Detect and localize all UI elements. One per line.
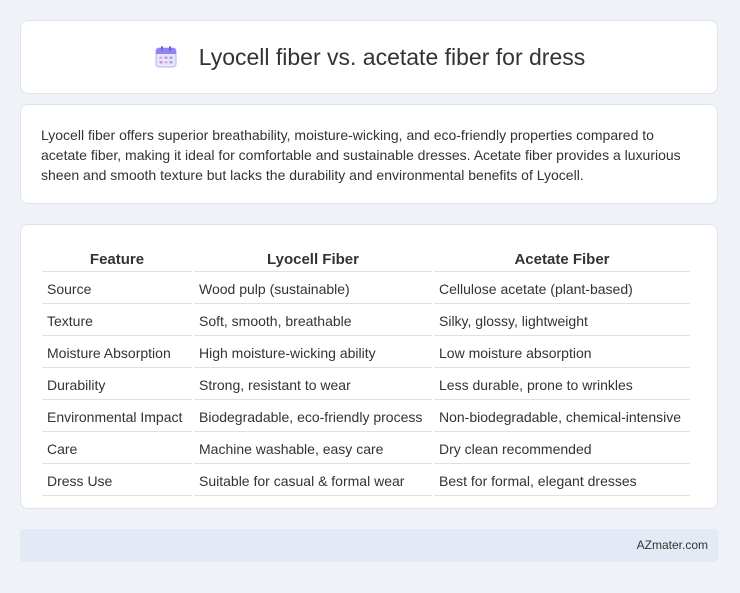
table-cell-feature: Environmental Impact bbox=[42, 402, 192, 432]
calendar-icon bbox=[153, 44, 179, 70]
table-cell-feature: Durability bbox=[42, 370, 192, 400]
table-row: Durability Strong, resistant to wear Les… bbox=[42, 370, 690, 400]
table-cell-feature: Texture bbox=[42, 306, 192, 336]
page-title: Lyocell fiber vs. acetate fiber for dres… bbox=[198, 43, 586, 70]
column-header-acetate: Acetate Fiber bbox=[434, 247, 690, 272]
table-cell-acetate: Silky, glossy, lightweight bbox=[434, 306, 690, 336]
column-header-lyocell: Lyocell Fiber bbox=[194, 247, 432, 272]
table-cell-acetate: Less durable, prone to wrinkles bbox=[434, 370, 690, 400]
table-row: Moisture Absorption High moisture-wickin… bbox=[42, 338, 690, 368]
table-cell-acetate: Low moisture absorption bbox=[434, 338, 690, 368]
table-row: Source Wood pulp (sustainable) Cellulose… bbox=[42, 274, 690, 304]
table-header-row: Feature Lyocell Fiber Acetate Fiber bbox=[42, 247, 690, 272]
table-cell-acetate: Cellulose acetate (plant-based) bbox=[434, 274, 690, 304]
table-cell-lyocell: Biodegradable, eco-friendly process bbox=[194, 402, 432, 432]
table-row: Care Machine washable, easy care Dry cle… bbox=[42, 434, 690, 464]
table-cell-lyocell: Strong, resistant to wear bbox=[194, 370, 432, 400]
footer-site-name: AZmater.com bbox=[636, 538, 708, 552]
table-cell-feature: Moisture Absorption bbox=[42, 338, 192, 368]
title-card: Lyocell fiber vs. acetate fiber for dres… bbox=[20, 20, 718, 94]
table-cell-feature: Source bbox=[42, 274, 192, 304]
table-cell-lyocell: Wood pulp (sustainable) bbox=[194, 274, 432, 304]
table-row: Texture Soft, smooth, breathable Silky, … bbox=[42, 306, 690, 336]
comparison-table: Feature Lyocell Fiber Acetate Fiber Sour… bbox=[40, 245, 692, 498]
table-cell-feature: Dress Use bbox=[42, 466, 192, 496]
summary-card: Lyocell fiber offers superior breathabil… bbox=[20, 104, 718, 204]
comparison-card: Feature Lyocell Fiber Acetate Fiber Sour… bbox=[20, 224, 718, 509]
table-cell-acetate: Non-biodegradable, chemical-intensive bbox=[434, 402, 690, 432]
table-cell-lyocell: High moisture-wicking ability bbox=[194, 338, 432, 368]
column-header-feature: Feature bbox=[42, 247, 192, 272]
table-cell-feature: Care bbox=[42, 434, 192, 464]
table-cell-acetate: Best for formal, elegant dresses bbox=[434, 466, 690, 496]
footer: AZmater.com bbox=[20, 529, 718, 562]
table-cell-lyocell: Machine washable, easy care bbox=[194, 434, 432, 464]
summary-text: Lyocell fiber offers superior breathabil… bbox=[41, 127, 681, 183]
table-cell-acetate: Dry clean recommended bbox=[434, 434, 690, 464]
table-cell-lyocell: Soft, smooth, breathable bbox=[194, 306, 432, 336]
table-cell-lyocell: Suitable for casual & formal wear bbox=[194, 466, 432, 496]
table-row: Dress Use Suitable for casual & formal w… bbox=[42, 466, 690, 496]
table-row: Environmental Impact Biodegradable, eco-… bbox=[42, 402, 690, 432]
